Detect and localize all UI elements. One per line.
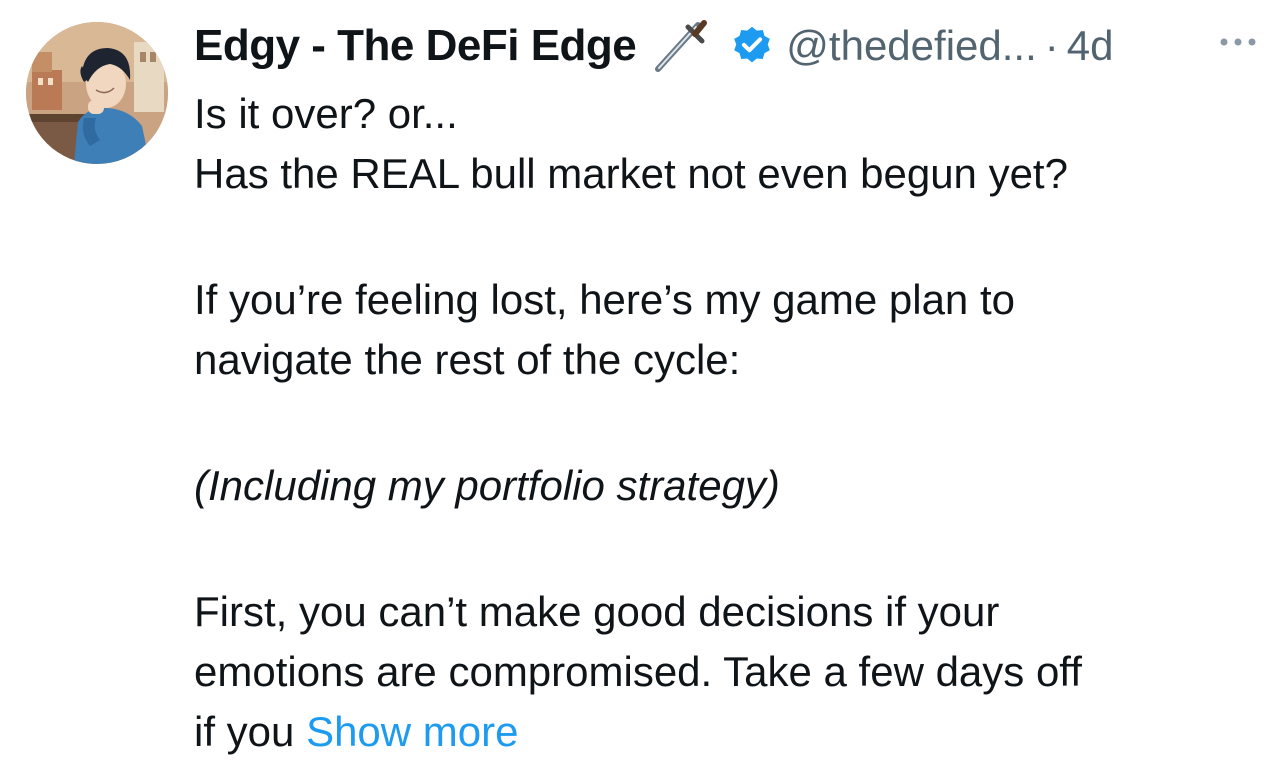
- show-more-link[interactable]: Show more: [306, 708, 518, 755]
- avatar-illustration: [26, 22, 168, 164]
- tweet-line: If you’re feeling lost, here’s my game p…: [194, 276, 1015, 323]
- author-name[interactable]: Edgy - The DeFi Edge: [194, 21, 637, 71]
- tweet-line: First, you can’t make good decisions if …: [194, 588, 1000, 635]
- verified-badge-icon: [730, 24, 774, 68]
- tweet-line: Has the REAL bull market not even begun …: [194, 150, 1068, 197]
- tweet-line: if you: [194, 708, 295, 755]
- tweet-last-line: if you Show more: [194, 702, 1264, 762]
- more-horizontal-icon[interactable]: [1214, 18, 1262, 66]
- tweet-line: emotions are compromised. Take a few day…: [194, 648, 1082, 695]
- dagger-icon: [650, 17, 708, 75]
- tweet-line: Is it over? or...: [194, 90, 458, 137]
- tweet-header: Edgy - The DeFi Edge @thedefied... · 4d: [194, 18, 1264, 74]
- tweet-line: navigate the rest of the cycle:: [194, 336, 741, 383]
- meta-separator: ·: [1044, 22, 1059, 69]
- tweet-text: Is it over? or... Has the REAL bull mark…: [194, 84, 1264, 762]
- timestamp[interactable]: 4d: [1067, 22, 1114, 70]
- avatar[interactable]: [26, 22, 168, 164]
- tweet: Edgy - The DeFi Edge @thedefied... · 4d: [0, 0, 1284, 755]
- tweet-line: (Including my portfolio strategy): [194, 462, 780, 509]
- author-handle[interactable]: @thedefied...: [786, 22, 1036, 70]
